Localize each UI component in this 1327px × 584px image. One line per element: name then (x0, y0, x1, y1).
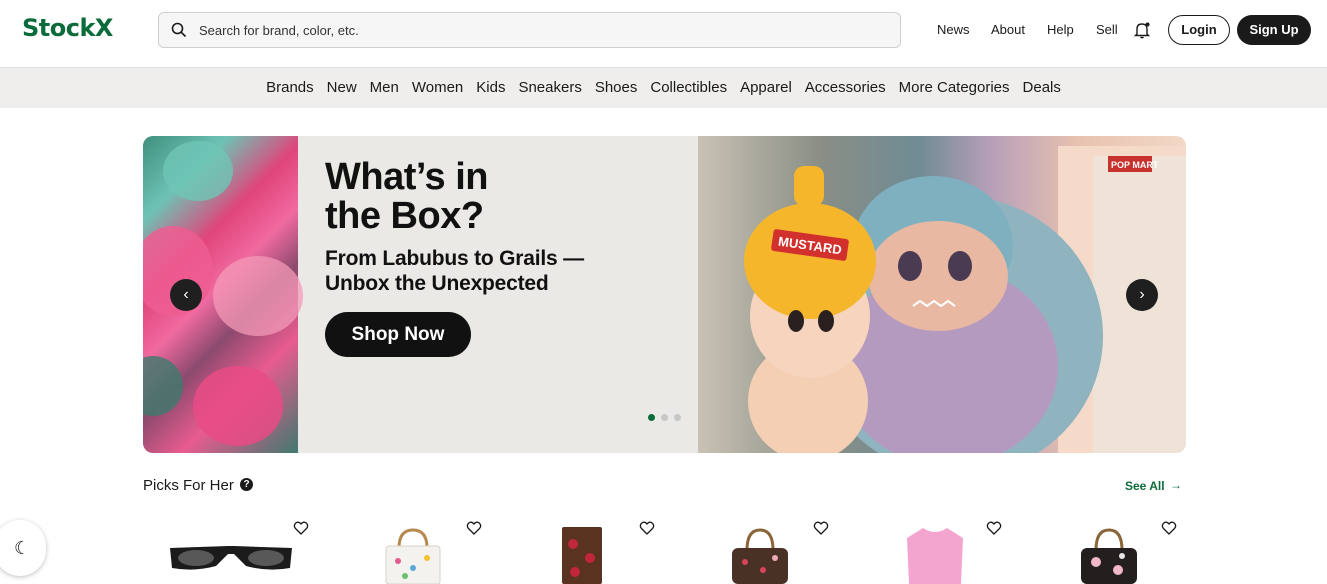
notification-bell-icon[interactable] (1132, 20, 1152, 40)
nav-link-sell[interactable]: Sell (1096, 22, 1118, 37)
signup-button[interactable]: Sign Up (1237, 15, 1311, 45)
hero-text-block: What’s in the Box? From Labubus to Grail… (325, 158, 625, 296)
shop-now-button[interactable]: Shop Now (325, 312, 471, 357)
hero-title-line1: What’s in (325, 156, 488, 198)
category-deals[interactable]: Deals (1023, 79, 1061, 96)
carousel-indicators (648, 414, 681, 421)
picks-section-title: Picks For Her (143, 477, 234, 494)
product-card-handbag-black[interactable] (1028, 515, 1198, 584)
collectible-figures-illustration: POP MART MUSTARD (744, 146, 1186, 453)
pop-mart-box-label: POP MART (1111, 160, 1159, 170)
hero-subtitle-line2: Unbox the Unexpected (325, 272, 549, 295)
carousel-dot-2[interactable] (661, 414, 668, 421)
favorite-heart-icon[interactable] (293, 520, 309, 536)
hero-image-labubu-pile (143, 136, 303, 453)
dark-mode-toggle[interactable]: ☾ (0, 520, 46, 576)
category-sneakers[interactable]: Sneakers (518, 79, 581, 96)
favorite-heart-icon[interactable] (813, 520, 829, 536)
product-card-handbag-brown[interactable] (682, 515, 852, 584)
nav-link-about[interactable]: About (991, 22, 1025, 37)
stockx-logo[interactable]: StockX (22, 14, 113, 42)
category-women[interactable]: Women (412, 79, 463, 96)
carousel-dot-1[interactable] (648, 414, 655, 421)
phone-case-icon (562, 527, 602, 584)
category-nav: Brands New Men Women Kids Sneakers Shoes… (0, 67, 1327, 108)
handbag-black-icon (1081, 528, 1137, 584)
hero-title-line2: the Box? (325, 195, 484, 237)
arrow-right-icon[interactable]: → (1170, 478, 1182, 492)
category-shoes[interactable]: Shoes (595, 79, 638, 96)
category-men[interactable]: Men (370, 79, 399, 96)
carousel-dot-3[interactable] (674, 414, 681, 421)
category-collectibles[interactable]: Collectibles (650, 79, 727, 96)
product-card-phone-case[interactable] (508, 515, 678, 584)
carousel-next-button[interactable]: › (1126, 279, 1158, 311)
moon-icon: ☾ (14, 538, 31, 558)
category-brands[interactable]: Brands (266, 79, 314, 96)
nav-link-help[interactable]: Help (1047, 22, 1074, 37)
hero-subtitle-line1: From Labubus to Grails — (325, 247, 584, 270)
product-card-pink-sweater[interactable] (855, 515, 1025, 584)
search-bar[interactable] (158, 12, 901, 48)
login-button[interactable]: Login (1168, 15, 1230, 45)
hero-title: What’s in the Box? (325, 158, 625, 236)
see-all-link[interactable]: See All (1125, 479, 1165, 493)
favorite-heart-icon[interactable] (466, 520, 482, 536)
favorite-heart-icon[interactable] (639, 520, 655, 536)
category-more[interactable]: More Categories (899, 79, 1010, 96)
carousel-prev-button[interactable]: ‹ (170, 279, 202, 311)
product-card-sunglasses[interactable] (160, 515, 330, 584)
favorite-heart-icon[interactable] (986, 520, 1002, 536)
search-icon (171, 22, 187, 38)
search-input[interactable] (199, 22, 879, 38)
hero-carousel[interactable]: What’s in the Box? From Labubus to Grail… (143, 136, 1186, 453)
category-kids[interactable]: Kids (476, 79, 505, 96)
favorite-heart-icon[interactable] (1161, 520, 1177, 536)
category-new[interactable]: New (327, 79, 357, 96)
product-card-handbag-white[interactable] (335, 515, 505, 584)
category-accessories[interactable]: Accessories (805, 79, 886, 96)
site-header: StockX News About Help Sell Login Sign U… (0, 0, 1327, 67)
nav-link-news[interactable]: News (937, 22, 970, 37)
pink-sweater-icon (907, 528, 963, 584)
category-apparel[interactable]: Apparel (740, 79, 792, 96)
handbag-brown-icon (732, 528, 788, 584)
handbag-white-icon (385, 528, 441, 584)
hero-image-collectibles: POP MART MUSTARD (698, 136, 1186, 453)
sunglasses-icon (170, 546, 292, 570)
help-question-icon[interactable]: ? (240, 478, 253, 491)
hero-subtitle: From Labubus to Grails — Unbox the Unexp… (325, 246, 625, 296)
